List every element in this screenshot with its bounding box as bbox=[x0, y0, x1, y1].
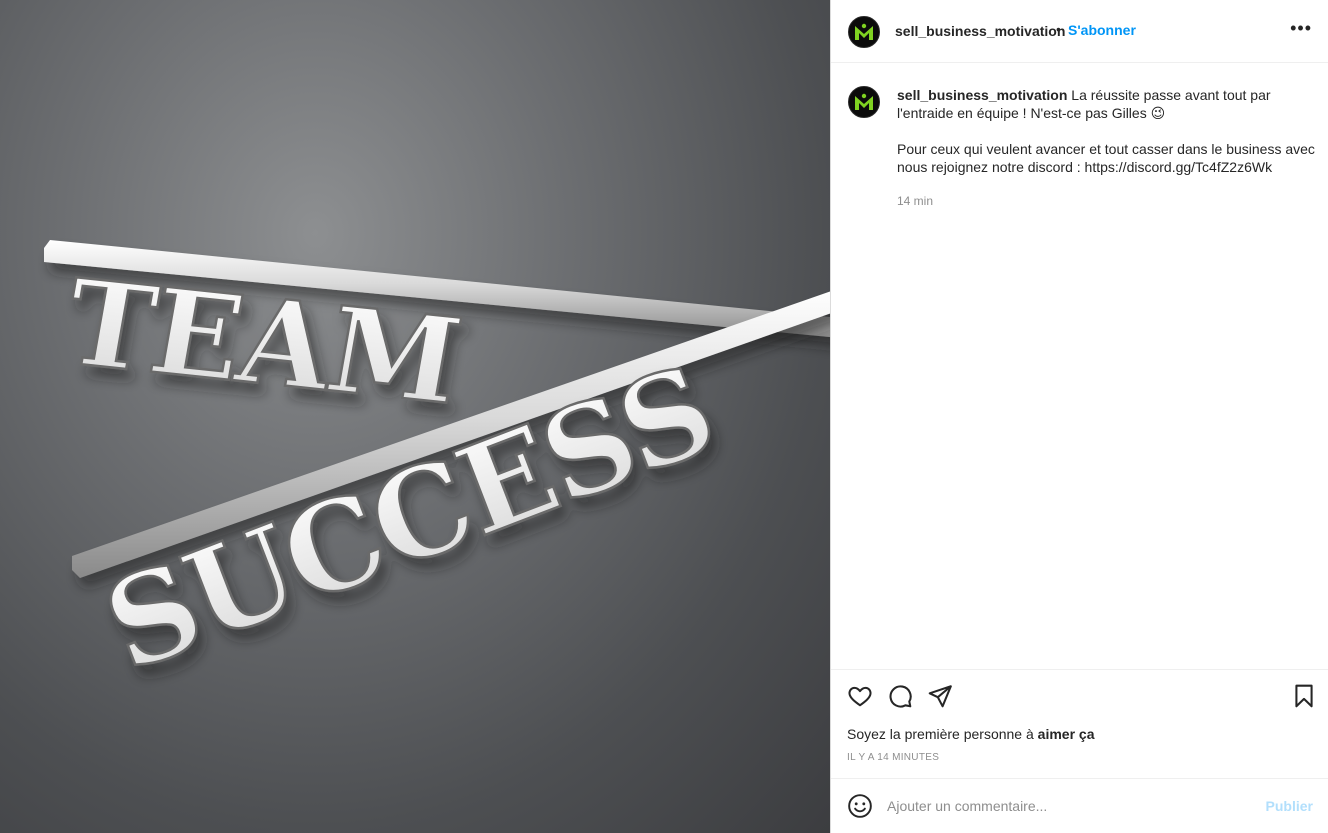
comment-bar: Publier bbox=[831, 778, 1328, 833]
post-modal: TEAM SUCCESS sell_business_motivation • bbox=[0, 0, 1328, 833]
like-link[interactable]: aimer ça bbox=[1038, 726, 1095, 742]
more-options-icon[interactable]: ••• bbox=[1290, 18, 1312, 38]
comment-input[interactable] bbox=[887, 796, 1247, 816]
publish-button[interactable]: Publier bbox=[1266, 798, 1313, 814]
bookmark-icon bbox=[1295, 684, 1313, 708]
post-header: sell_business_motivation • S'abonner ••• bbox=[831, 0, 1328, 63]
caption-timestamp[interactable]: 14 min bbox=[897, 192, 933, 210]
share-button[interactable] bbox=[927, 683, 953, 709]
comment-button[interactable] bbox=[887, 683, 913, 709]
heart-icon bbox=[848, 686, 872, 707]
post-sidebar: sell_business_motivation • S'abonner •••… bbox=[830, 0, 1328, 833]
separator-dot: • bbox=[1056, 21, 1061, 37]
team-success-illustration: TEAM SUCCESS bbox=[44, 240, 830, 700]
comment-icon bbox=[889, 685, 912, 708]
logo-icon bbox=[855, 93, 873, 110]
likes-text: Soyez la première personne à aimer ça bbox=[847, 726, 1095, 742]
posted-time[interactable]: IL Y A 14 MINUTES bbox=[847, 752, 939, 763]
logo-icon bbox=[855, 23, 873, 40]
like-button[interactable] bbox=[847, 683, 873, 709]
post-author-username[interactable]: sell_business_motivation bbox=[895, 23, 1065, 39]
avatar[interactable] bbox=[848, 16, 880, 48]
emoji-icon bbox=[848, 794, 872, 818]
save-button[interactable] bbox=[1291, 683, 1317, 709]
share-icon bbox=[928, 685, 952, 708]
caption-username[interactable]: sell_business_motivation bbox=[897, 87, 1067, 103]
post-image[interactable]: TEAM SUCCESS bbox=[0, 0, 830, 833]
post-caption: sell_business_motivation La réussite pas… bbox=[897, 86, 1315, 208]
follow-button[interactable]: S'abonner bbox=[1068, 22, 1136, 38]
likes-prefix: Soyez la première personne à bbox=[847, 726, 1038, 742]
caption-avatar[interactable] bbox=[848, 86, 880, 118]
emoji-button[interactable] bbox=[847, 793, 873, 819]
caption-text-line2: Pour ceux qui veulent avancer et tout ca… bbox=[897, 141, 1315, 175]
post-actions: Soyez la première personne à aimer ça IL… bbox=[831, 669, 1328, 779]
